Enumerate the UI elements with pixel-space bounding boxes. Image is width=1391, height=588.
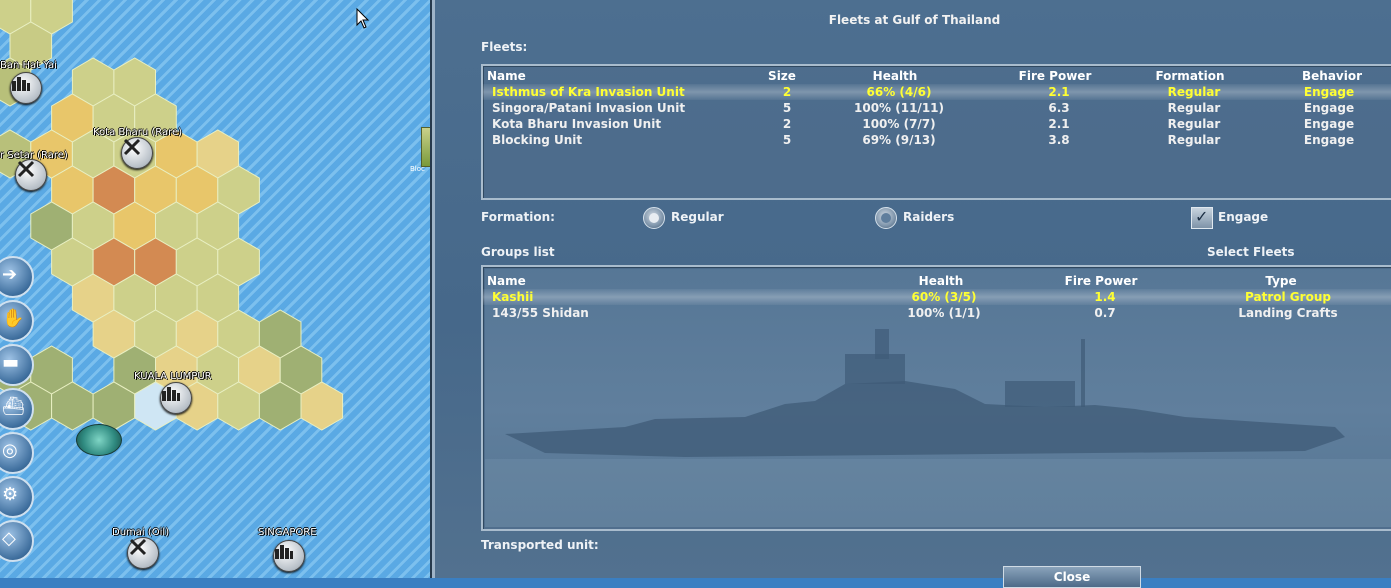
cell-behavior: Engage bbox=[1303, 101, 1355, 115]
ship-icon: ⛴ bbox=[2, 396, 25, 417]
formation-label: Formation: bbox=[481, 210, 555, 224]
unit-card-label: Bloc bbox=[410, 165, 425, 173]
city-label-singapore: SINGAPORE bbox=[258, 527, 317, 538]
col-fire-power[interactable]: Fire Power bbox=[1065, 274, 1138, 288]
table-row[interactable]: Blocking Unit 5 69% (9/13) 3.8 Regular Engage bbox=[483, 132, 1391, 148]
col-health[interactable]: Health bbox=[919, 274, 964, 288]
cell-health: 69% (9/13) bbox=[862, 133, 936, 147]
city-icon[interactable] bbox=[10, 72, 42, 104]
tank-icon: ▬ bbox=[2, 352, 20, 373]
cell-name: Singora/Patani Invasion Unit bbox=[492, 101, 686, 115]
cell-type: Landing Crafts bbox=[1238, 306, 1338, 320]
col-behavior[interactable]: Behavior bbox=[1302, 69, 1362, 83]
cell-formation: Regular bbox=[1167, 133, 1221, 147]
cell-health: 100% (11/11) bbox=[854, 101, 944, 115]
radio-regular-label[interactable]: Regular bbox=[671, 210, 724, 224]
cell-behavior: Engage bbox=[1303, 117, 1355, 131]
col-size[interactable]: Size bbox=[768, 69, 796, 83]
transported-unit-label: Transported unit: bbox=[481, 538, 599, 552]
cell-size: 2 bbox=[782, 85, 792, 99]
col-formation[interactable]: Formation bbox=[1155, 69, 1224, 83]
select-fleets-button[interactable]: Select Fleets bbox=[1207, 245, 1295, 259]
arrow-right-icon: ➔ bbox=[2, 264, 18, 285]
fleets-table: Name Size Health Fire Power Formation Be… bbox=[481, 64, 1391, 200]
coins-icon: ◎ bbox=[2, 440, 18, 461]
cell-formation: Regular bbox=[1167, 117, 1221, 131]
mine-icon[interactable] bbox=[121, 137, 153, 169]
cell-size: 5 bbox=[782, 101, 792, 115]
checkmark-icon: ✓ bbox=[1195, 207, 1209, 226]
hand-icon: ✋ bbox=[2, 308, 25, 329]
col-name[interactable]: Name bbox=[487, 274, 526, 288]
city-icon[interactable] bbox=[273, 540, 305, 572]
table-row[interactable]: 143/55 Shidan 100% (1/1) 0.7 Landing Crafts bbox=[483, 305, 1391, 321]
col-health[interactable]: Health bbox=[873, 69, 918, 83]
cell-formation: Regular bbox=[1167, 101, 1221, 115]
table-row[interactable]: Singora/Patani Invasion Unit 5 100% (11/11… bbox=[483, 100, 1391, 116]
engage-label[interactable]: Engage bbox=[1218, 210, 1268, 224]
cell-fire-power: 2.1 bbox=[1048, 117, 1070, 131]
cell-size: 2 bbox=[782, 117, 792, 131]
table-row[interactable]: Kota Bharu Invasion Unit 2 100% (7/7) 2.1 Re… bbox=[483, 116, 1391, 132]
cell-fire-power: 0.7 bbox=[1094, 306, 1116, 320]
map-icon: ◇ bbox=[2, 528, 16, 549]
cell-health: 60% (3/5) bbox=[911, 290, 977, 304]
cell-health: 100% (7/7) bbox=[862, 117, 936, 131]
city-label-hat-yai: Ban Hat Yai bbox=[0, 60, 57, 71]
col-type[interactable]: Type bbox=[1265, 274, 1296, 288]
radio-regular[interactable] bbox=[643, 207, 665, 229]
radio-empty-dot bbox=[881, 213, 891, 223]
cell-formation: Regular bbox=[1167, 85, 1221, 99]
strategic-map[interactable]: Ban Hat Yai Kota Bharu (Rare) r Setar (R… bbox=[0, 0, 440, 578]
hex-terrain-layer bbox=[0, 0, 344, 431]
mouse-cursor-icon bbox=[356, 8, 370, 29]
gear-icon: ⚙ bbox=[2, 484, 19, 505]
fleets-label: Fleets: bbox=[481, 40, 528, 54]
cell-health: 66% (4/6) bbox=[866, 85, 932, 99]
cell-fire-power: 2.1 bbox=[1048, 85, 1070, 99]
engage-checkbox[interactable]: ✓ bbox=[1191, 207, 1213, 229]
table-row[interactable]: Kashii 60% (3/5) 1.4 Patrol Group bbox=[483, 289, 1391, 305]
radio-raiders[interactable] bbox=[875, 207, 897, 229]
col-fire-power[interactable]: Fire Power bbox=[1019, 69, 1092, 83]
naval-base-icon[interactable] bbox=[76, 424, 122, 456]
groups-table-header: Name Health Fire Power Type bbox=[483, 273, 1391, 289]
cell-size: 5 bbox=[782, 133, 792, 147]
cell-fire-power: 3.8 bbox=[1048, 133, 1070, 147]
cell-name: Kota Bharu Invasion Unit bbox=[492, 117, 662, 131]
radio-raiders-label[interactable]: Raiders bbox=[903, 210, 954, 224]
city-icon[interactable] bbox=[160, 382, 192, 414]
cell-fire-power: 1.4 bbox=[1094, 290, 1116, 304]
cell-name: 143/55 Shidan bbox=[492, 306, 589, 320]
cell-name: Kashii bbox=[492, 290, 534, 304]
cell-type: Patrol Group bbox=[1245, 290, 1331, 304]
groups-list-label: Groups list bbox=[481, 245, 555, 259]
close-button[interactable]: Close bbox=[1003, 566, 1141, 588]
table-row[interactable]: Isthmus of Kra Invasion Unit 2 66% (4/6) 2.… bbox=[483, 84, 1391, 100]
cell-behavior: Engage bbox=[1303, 85, 1355, 99]
mine-icon[interactable] bbox=[15, 159, 47, 191]
cell-name: Blocking Unit bbox=[492, 133, 583, 147]
col-name[interactable]: Name bbox=[487, 69, 526, 83]
cell-name: Isthmus of Kra Invasion Unit bbox=[492, 85, 685, 99]
mine-icon[interactable] bbox=[127, 537, 159, 569]
fleets-dialog: Fleets at Gulf of Thailand Fleets: Name … bbox=[432, 0, 1391, 588]
cell-fire-power: 6.3 bbox=[1048, 101, 1070, 115]
cell-behavior: Engage bbox=[1303, 133, 1355, 147]
city-label-kuala-lumpur: KUALA LUMPUR bbox=[134, 371, 212, 382]
cell-health: 100% (1/1) bbox=[907, 306, 981, 320]
dialog-title: Fleets at Gulf of Thailand bbox=[828, 13, 1001, 27]
radio-selected-dot bbox=[649, 213, 659, 223]
groups-table: Name Health Fire Power Type Kashii 60% (3… bbox=[481, 265, 1391, 531]
fleets-table-header: Name Size Health Fire Power Formation Be… bbox=[483, 68, 1391, 84]
